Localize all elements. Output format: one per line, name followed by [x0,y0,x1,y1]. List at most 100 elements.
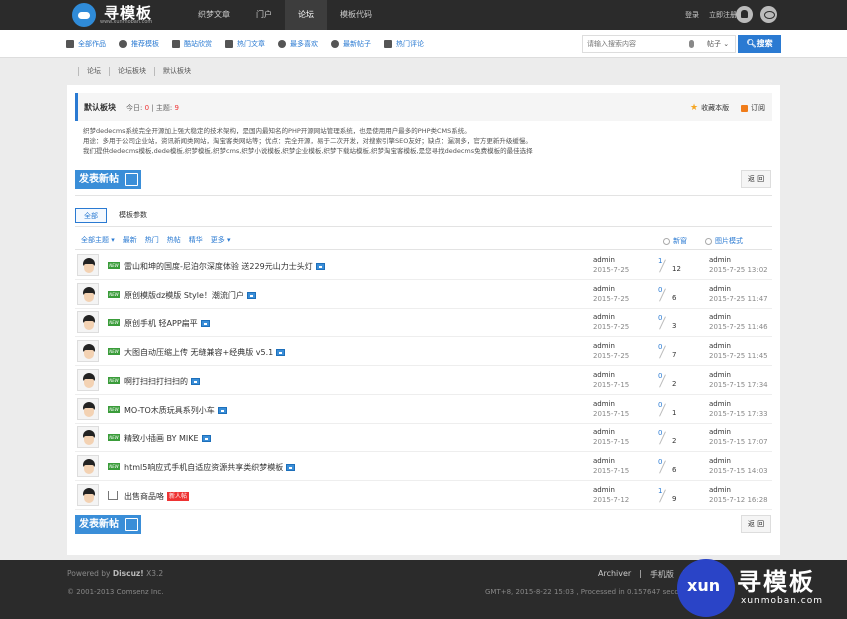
last-post-time[interactable]: 2015-7-15 14:03 [709,466,768,476]
thread-title[interactable]: 大图自动压缩上传 无缝兼容+经典版 v5.1 [124,347,286,358]
last-poster[interactable]: admin [709,341,768,351]
filter-digest[interactable]: 精华 [189,235,203,245]
author-name[interactable]: admin [593,427,629,437]
filter-more[interactable]: 更多 ▾ [211,235,231,245]
site-logo[interactable]: 寻模板 www.xunmoban.com [72,2,182,28]
thread-title[interactable]: 原创模版dz模版 Style！潮流门户 [124,290,256,301]
thread-title[interactable]: MO-TO木质玩具系列小车 [124,405,227,416]
favorite-forum-link[interactable]: ★ 收藏本版 [690,103,729,113]
qq-login-icon[interactable] [736,6,753,23]
filter-hot-posts[interactable]: 热帖 [167,235,181,245]
filter-hot[interactable]: 热门 [145,235,159,245]
thread-row[interactable]: NEW 大图自动压缩上传 无缝兼容+经典版 v5.1 admin 2015-7-25 0… [75,337,772,367]
avatar[interactable] [77,340,99,363]
new-thread-button[interactable]: 发表新帖 [75,170,141,189]
thread-title-text[interactable]: 雷山和坤的国度-尼泊尔深度体验 送229元山力士头灯 [124,261,313,272]
avatar[interactable] [77,483,99,506]
subnav-latest-posts[interactable]: 最新帖子 [331,30,371,58]
last-post-time[interactable]: 2015-7-15 17:07 [709,437,768,447]
last-post-time[interactable]: 2015-7-25 11:46 [709,322,768,332]
thread-row[interactable]: NEW 雷山和坤的国度-尼泊尔深度体验 送229元山力士头灯 admin 2015-7… [75,251,772,280]
thread-row[interactable]: NEW 原创模版dz模版 Style！潮流门户 admin 2015-7-25 0 6 ad… [75,280,772,309]
thread-row[interactable]: NEW html5响应式手机自适应资源共享类织梦模板 admin 2015-7-15 0… [75,452,772,481]
thread-title-text[interactable]: 原创模版dz模版 Style！潮流门户 [124,290,244,301]
search-type-select[interactable]: 帖子 ⌄ [707,39,729,49]
subnav-most-liked[interactable]: 最多喜欢 [278,30,318,58]
tab-all[interactable]: 全部 [75,208,107,223]
nav-dede-article[interactable]: 织梦文章 [185,0,243,30]
thread-title-text[interactable]: 出售商品咯 [124,491,164,502]
subnav-all-works[interactable]: 全部作品 [66,30,106,58]
breadcrumb-sections[interactable]: 论坛板块 [118,66,146,76]
thread-title[interactable]: 啊打扫扫打扫扫的 [124,376,200,387]
register-link[interactable]: 立即注册 [709,0,737,30]
mobile-link[interactable]: 手机版 [650,569,674,580]
breadcrumb-forum[interactable]: 论坛 [87,66,101,76]
author-name[interactable]: admin [593,456,629,466]
thread-row[interactable]: NEW MO-TO木质玩具系列小车 admin 2015-7-15 0 1 admin 201… [75,395,772,424]
avatar[interactable] [77,282,99,305]
author-name[interactable]: admin [593,370,629,380]
back-button-bottom[interactable]: 返 回 [741,515,771,533]
picture-mode-checkbox[interactable]: 图片模式 [705,236,743,246]
last-poster[interactable]: admin [709,312,768,322]
thread-title[interactable]: html5响应式手机自适应资源共享类织梦模板 [124,462,296,473]
discuz-link[interactable]: Discuz! [113,569,144,578]
thread-title-text[interactable]: MO-TO木质玩具系列小车 [124,405,215,416]
archiver-link[interactable]: Archiver [598,569,631,580]
avatar[interactable] [77,426,99,449]
author-name[interactable]: admin [593,341,629,351]
thread-row[interactable]: NEW 精致小插画 BY MIKE admin 2015-7-15 0 2 admin 201… [75,423,772,453]
nav-forum[interactable]: 论坛 [285,0,327,30]
author-name[interactable]: admin [593,312,629,322]
subscribe-link[interactable]: 订阅 [741,103,765,113]
avatar[interactable] [77,254,99,276]
thread-title[interactable]: 雷山和坤的国度-尼泊尔深度体验 送229元山力士头灯 [124,261,325,272]
thread-title-text[interactable]: 原创手机 轻APP扁平 [124,318,198,329]
filter-all-topics[interactable]: 全部主题 ▾ [81,235,115,245]
new-thread-button-bottom[interactable]: 发表新帖 [75,515,141,534]
new-window-checkbox[interactable]: 新窗 [663,236,687,246]
thread-title[interactable]: 出售商品咯 新人帖 [124,491,190,502]
tab-template-params[interactable]: 模板参数 [111,208,155,223]
last-poster[interactable]: admin [709,485,768,495]
microphone-icon[interactable] [689,40,694,48]
subnav-recommended[interactable]: 推荐模板 [119,30,159,58]
subnav-hot-articles[interactable]: 热门文章 [225,30,265,58]
avatar[interactable] [77,311,99,334]
thread-row[interactable]: 出售商品咯 新人帖 admin 2015-7-12 1 9 admin 2015-7-12 1… [75,481,772,510]
search-input[interactable] [583,36,683,52]
last-poster[interactable]: admin [709,399,768,409]
login-link[interactable]: 登录 [685,0,699,30]
thread-title[interactable]: 原创手机 轻APP扁平 [124,318,210,329]
filter-latest[interactable]: 最新 [123,235,137,245]
subnav-hot-comments[interactable]: 热门评论 [384,30,424,58]
last-poster[interactable]: admin [709,255,768,265]
thread-row[interactable]: NEW 原创手机 轻APP扁平 admin 2015-7-25 0 3 admin 2015-… [75,308,772,338]
author-name[interactable]: admin [593,399,629,409]
last-post-time[interactable]: 2015-7-12 16:28 [709,495,768,505]
nav-template-code[interactable]: 模板代码 [327,0,385,30]
last-poster[interactable]: admin [709,456,768,466]
last-post-time[interactable]: 2015-7-25 13:02 [709,265,768,275]
subnav-cool-sites[interactable]: 酷站欣赏 [172,30,212,58]
thread-title[interactable]: 精致小插画 BY MIKE [124,433,211,444]
last-poster[interactable]: admin [709,427,768,437]
back-button[interactable]: 返 回 [741,170,771,188]
author-name[interactable]: admin [593,485,629,495]
thread-row[interactable]: NEW 啊打扫扫打扫扫的 admin 2015-7-15 0 2 admin 2015-7-1… [75,366,772,395]
last-post-time[interactable]: 2015-7-15 17:33 [709,409,768,419]
thread-title-text[interactable]: 大图自动压缩上传 无缝兼容+经典版 v5.1 [124,347,273,358]
last-post-time[interactable]: 2015-7-15 17:34 [709,380,768,390]
thread-title-text[interactable]: 精致小插画 BY MIKE [124,433,199,444]
avatar[interactable] [77,368,99,391]
weibo-login-icon[interactable] [760,6,777,23]
last-poster[interactable]: admin [709,284,768,294]
search-button[interactable]: 🔍︎搜索 [738,35,781,53]
thread-title-text[interactable]: html5响应式手机自适应资源共享类织梦模板 [124,462,283,473]
last-post-time[interactable]: 2015-7-25 11:47 [709,294,768,304]
last-post-time[interactable]: 2015-7-25 11:45 [709,351,768,361]
thread-title-text[interactable]: 啊打扫扫打扫扫的 [124,376,188,387]
nav-portal[interactable]: 门户 [243,0,285,30]
avatar[interactable] [77,397,99,420]
